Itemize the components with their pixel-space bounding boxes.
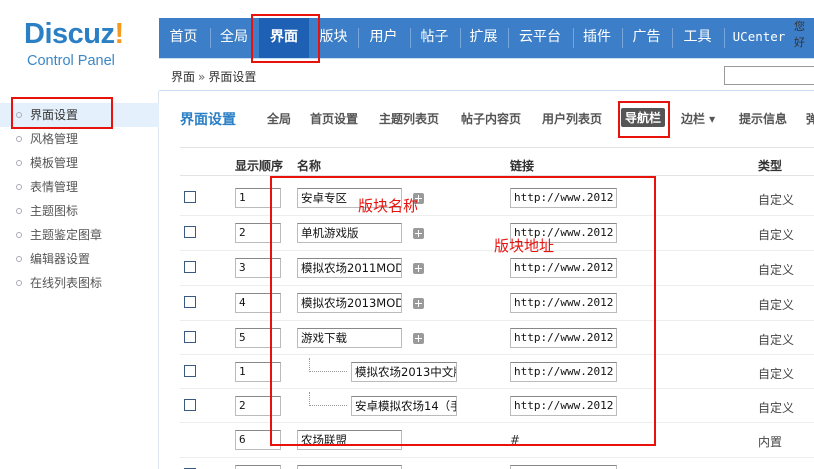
type-text: 自定义 xyxy=(758,193,795,207)
row-checkbox[interactable] xyxy=(184,399,196,411)
nav-separator xyxy=(622,28,623,48)
sidebar-item-label: 模板管理 xyxy=(30,156,79,170)
bullet-icon xyxy=(16,160,22,166)
annotation-box-sidebar xyxy=(11,97,113,129)
order-input[interactable]: 10 xyxy=(235,465,281,469)
tab-4[interactable]: 用户列表页 xyxy=(542,110,602,127)
sidebar-item-6[interactable]: 编辑器设置 xyxy=(0,247,159,271)
bullet-icon xyxy=(16,136,22,142)
nav-separator xyxy=(724,28,725,48)
nav-item-extend[interactable]: 扩展 xyxy=(460,18,507,58)
header-divider xyxy=(180,147,814,148)
bullet-icon xyxy=(16,232,22,238)
column-header-link: 链接 xyxy=(510,159,535,173)
logo-area: Discuz! Control Panel xyxy=(0,0,159,91)
greeting-text: 您好 xyxy=(794,20,805,49)
name-input[interactable]: 插件工具/插件 xyxy=(297,465,402,469)
breadcrumb: 界面» 界面设置 xyxy=(171,68,256,85)
column-header-name: 名称 xyxy=(297,159,322,173)
breadcrumb-root[interactable]: 界面 xyxy=(171,70,195,84)
nav-item-cloud[interactable]: 云平台 xyxy=(508,18,572,58)
nav-item-ads[interactable]: 广告 xyxy=(622,18,671,58)
bullet-icon xyxy=(16,208,22,214)
type-text: 自定义 xyxy=(758,401,795,415)
row-checkbox[interactable] xyxy=(184,365,196,377)
breadcrumb-current: 界面设置 xyxy=(208,70,257,84)
logo-text: Discuz xyxy=(24,18,115,50)
type-text: 自定义 xyxy=(758,367,795,381)
logo-bang: ! xyxy=(114,18,124,50)
type-text: 自定义 xyxy=(758,298,795,312)
sidebar-item-7[interactable]: 在线列表图标 xyxy=(0,271,159,295)
column-header-order: 显示顺序 xyxy=(235,159,284,173)
tab-2[interactable]: 主题列表页 xyxy=(379,110,439,127)
sidebar-item-label: 主题鉴定图章 xyxy=(30,228,103,242)
sidebar-item-label: 主题图标 xyxy=(30,204,79,218)
sidebar-item-label: 表情管理 xyxy=(30,180,79,194)
type-text: 自定义 xyxy=(758,228,795,242)
type-text: 自定义 xyxy=(758,333,795,347)
nav-separator xyxy=(672,28,673,48)
nav-item-user[interactable]: 用户 xyxy=(358,18,409,58)
nav-separator xyxy=(358,28,359,48)
annotation-box-nav-tab xyxy=(618,101,670,138)
annotation-box-rows xyxy=(270,176,656,446)
tab-8[interactable]: 弹 xyxy=(806,110,814,127)
annotation-label-name: 版块名称 xyxy=(358,197,419,215)
nav-item-plugin[interactable]: 插件 xyxy=(573,18,621,58)
tab-1[interactable]: 首页设置 xyxy=(310,110,358,127)
nav-separator xyxy=(573,28,574,48)
tab-3[interactable]: 帖子内容页 xyxy=(461,110,521,127)
sidebar-item-1[interactable]: 风格管理 xyxy=(0,127,159,151)
link-input[interactable]: http://www.2012.s xyxy=(510,465,617,469)
sidebar: 界面设置 风格管理 模板管理 表情管理 主题图标 主题鉴定图章 编辑器设置 在线列表图标 xyxy=(0,91,159,469)
nav-item-thread[interactable]: 帖子 xyxy=(410,18,459,58)
bullet-icon xyxy=(16,256,22,262)
row-checkbox[interactable] xyxy=(184,331,196,343)
annotation-box-interface-tab xyxy=(251,14,320,63)
page-title: 界面设置 xyxy=(180,112,236,128)
type-text: 内置 xyxy=(758,435,783,449)
tab-6[interactable]: 边栏 ▾ xyxy=(681,110,715,127)
tab-7[interactable]: 提示信息 xyxy=(739,110,787,127)
sidebar-item-4[interactable]: 主题图标 xyxy=(0,199,159,223)
sidebar-item-5[interactable]: 主题鉴定图章 xyxy=(0,223,159,247)
column-header-type: 类型 xyxy=(758,159,783,173)
nav-item-home[interactable]: 首页 xyxy=(159,18,208,58)
nav-separator xyxy=(460,28,461,48)
row-checkbox[interactable] xyxy=(184,261,196,273)
row-checkbox[interactable] xyxy=(184,226,196,238)
row-divider xyxy=(180,457,814,458)
nav-item-tools[interactable]: 工具 xyxy=(672,18,723,58)
sidebar-item-label: 在线列表图标 xyxy=(30,276,103,290)
nav-separator xyxy=(410,28,411,48)
discuz-logo[interactable]: Discuz! xyxy=(24,18,124,51)
logo-subtitle: Control Panel xyxy=(27,53,115,69)
type-text: 自定义 xyxy=(758,263,795,277)
bullet-icon xyxy=(16,184,22,190)
tab-0[interactable]: 全局 xyxy=(267,110,291,127)
menu-search-input[interactable] xyxy=(724,66,814,85)
sidebar-item-2[interactable]: 模板管理 xyxy=(0,151,159,175)
nav-separator xyxy=(210,28,211,48)
sidebar-item-label: 风格管理 xyxy=(30,132,79,146)
sidebar-item-label: 编辑器设置 xyxy=(30,252,91,266)
annotation-label-link: 版块地址 xyxy=(494,237,555,255)
nav-separator xyxy=(508,28,509,48)
row-checkbox[interactable] xyxy=(184,296,196,308)
row-checkbox[interactable] xyxy=(184,191,196,203)
breadcrumb-separator: » xyxy=(198,70,206,84)
nav-item-ucenter[interactable]: UCenter xyxy=(724,18,794,58)
sidebar-item-3[interactable]: 表情管理 xyxy=(0,175,159,199)
bullet-icon xyxy=(16,280,22,286)
